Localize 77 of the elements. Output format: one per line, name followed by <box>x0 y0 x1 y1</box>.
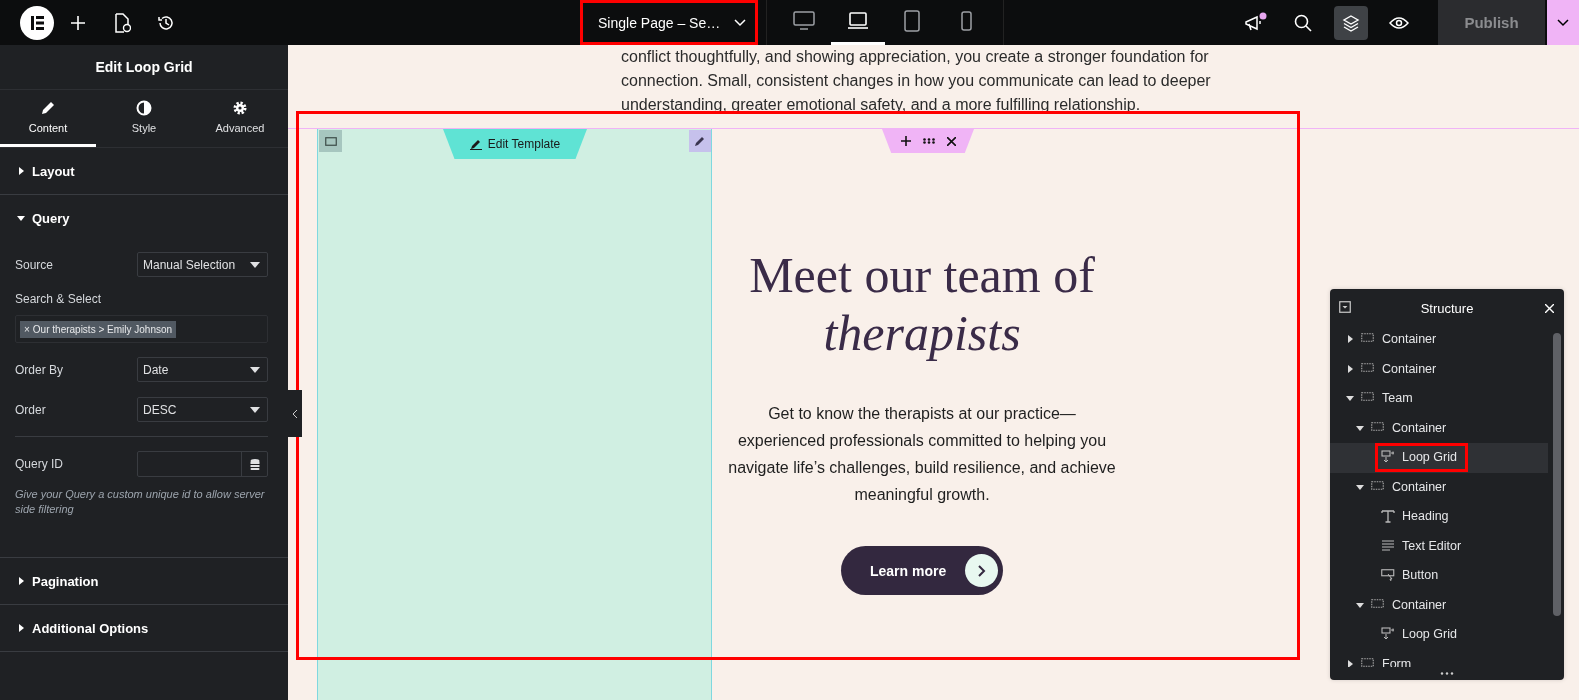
panel-tab[interactable]: Advanced <box>192 90 288 147</box>
tree-item[interactable]: Container <box>1330 590 1548 620</box>
select-dropdown[interactable]: DESC <box>137 397 268 422</box>
collapse-icon <box>1339 300 1351 313</box>
rectangle-icon <box>324 136 337 146</box>
heading-icon <box>1381 509 1395 524</box>
tree-item[interactable]: Container <box>1330 325 1548 355</box>
field-label: Order By <box>15 362 64 377</box>
section-header[interactable]: Pagination <box>0 558 288 604</box>
elementor-logo-icon <box>20 5 54 40</box>
tree-item[interactable]: Form <box>1330 649 1548 667</box>
pencil-icon <box>469 138 482 150</box>
edit-template-button[interactable]: Edit Template <box>443 129 587 159</box>
tree-item[interactable]: Loop Grid <box>1330 443 1548 473</box>
body-paragraph: conflict thoughtfully, and showing appreciation, you create a stronger foundation for connection. Small, consistent changes in how you communicate can lead to deeper understanding, greater emotional safety, and a more fulfilling relationship. <box>621 47 1211 115</box>
loop-grid-icon <box>1381 627 1395 642</box>
structure-title: Structure <box>1420 300 1474 316</box>
database-icon <box>249 458 260 470</box>
search-icon <box>1294 13 1312 32</box>
contrast-icon <box>136 100 152 116</box>
query-id-field[interactable] <box>137 451 268 477</box>
chevron-right-icon <box>977 564 986 577</box>
select-dropdown[interactable]: Date <box>137 357 268 382</box>
tree-item[interactable]: Container <box>1330 354 1548 384</box>
panel-tab[interactable]: Style <box>96 90 192 147</box>
container-handle[interactable] <box>319 130 342 152</box>
tree-item[interactable]: Team <box>1330 384 1548 414</box>
edit-button[interactable] <box>689 130 711 152</box>
field-label: Order <box>15 402 47 417</box>
loop-grid-icon <box>1381 450 1395 465</box>
scrollbar[interactable] <box>1553 333 1561 616</box>
tree-item[interactable]: Heading <box>1330 502 1548 532</box>
pencil-icon <box>40 100 56 116</box>
document-clock-icon <box>113 12 131 33</box>
container-icon <box>1361 656 1375 667</box>
section-header[interactable]: Query <box>0 195 288 241</box>
field-label: Source <box>15 257 55 272</box>
field-label: Search & Select <box>15 292 103 306</box>
page-title-dropdown[interactable]: Single Page – Se… <box>580 0 759 45</box>
section-header[interactable]: Layout <box>0 148 288 194</box>
help-text: Give your Query a custom unique id to allow server side filtering <box>15 487 266 517</box>
chevron-left-icon <box>292 409 298 418</box>
section-header[interactable]: Additional Options <box>0 605 288 651</box>
history-icon <box>157 13 175 32</box>
selected-tag: × Our therapists > Emily Johnson <box>20 320 177 338</box>
text-lines-icon <box>1381 538 1395 553</box>
layers-icon <box>1342 13 1360 32</box>
pencil-icon <box>694 135 706 147</box>
plus-icon <box>900 136 911 146</box>
caret-down-icon <box>250 366 260 373</box>
chevron-down-icon <box>1557 18 1569 27</box>
tag-input[interactable]: × Our therapists > Emily Johnson <box>15 315 268 343</box>
tree-item[interactable]: Loop Grid <box>1330 620 1548 650</box>
button-cursor-icon <box>1381 568 1395 583</box>
resize-handle-icon[interactable] <box>1440 672 1454 675</box>
section-text: Get to know the therapists at our practice—experienced professionals committed to helping you navigate life’s challenges, build resilience, and achieve meaningful growth. <box>727 404 1117 505</box>
desktop-icon <box>793 10 816 32</box>
tree-item[interactable]: Container <box>1330 413 1548 443</box>
drag-handle-icon <box>922 138 935 144</box>
eye-icon <box>1389 15 1409 30</box>
tree-item[interactable]: Button <box>1330 561 1548 591</box>
close-icon <box>946 136 956 146</box>
collapse-toggle[interactable] <box>1339 300 1351 316</box>
tree-item[interactable]: Text Editor <box>1330 531 1548 561</box>
laptop-icon <box>847 10 870 32</box>
learn-more-button[interactable]: Learn more <box>841 546 1003 595</box>
panel-tab[interactable]: Content <box>0 90 96 147</box>
caret-down-icon <box>250 261 260 268</box>
plus-icon <box>70 14 86 31</box>
tree-item[interactable]: Container <box>1330 472 1548 502</box>
caret-down-icon <box>250 406 260 413</box>
close-icon <box>1544 303 1554 313</box>
gear-icon <box>232 100 248 116</box>
field-label: Query ID <box>15 457 64 471</box>
section-heading: Meet our team of therapists <box>748 246 1096 362</box>
chevron-down-icon <box>734 18 747 27</box>
select-dropdown[interactable]: Manual Selection <box>137 252 268 277</box>
